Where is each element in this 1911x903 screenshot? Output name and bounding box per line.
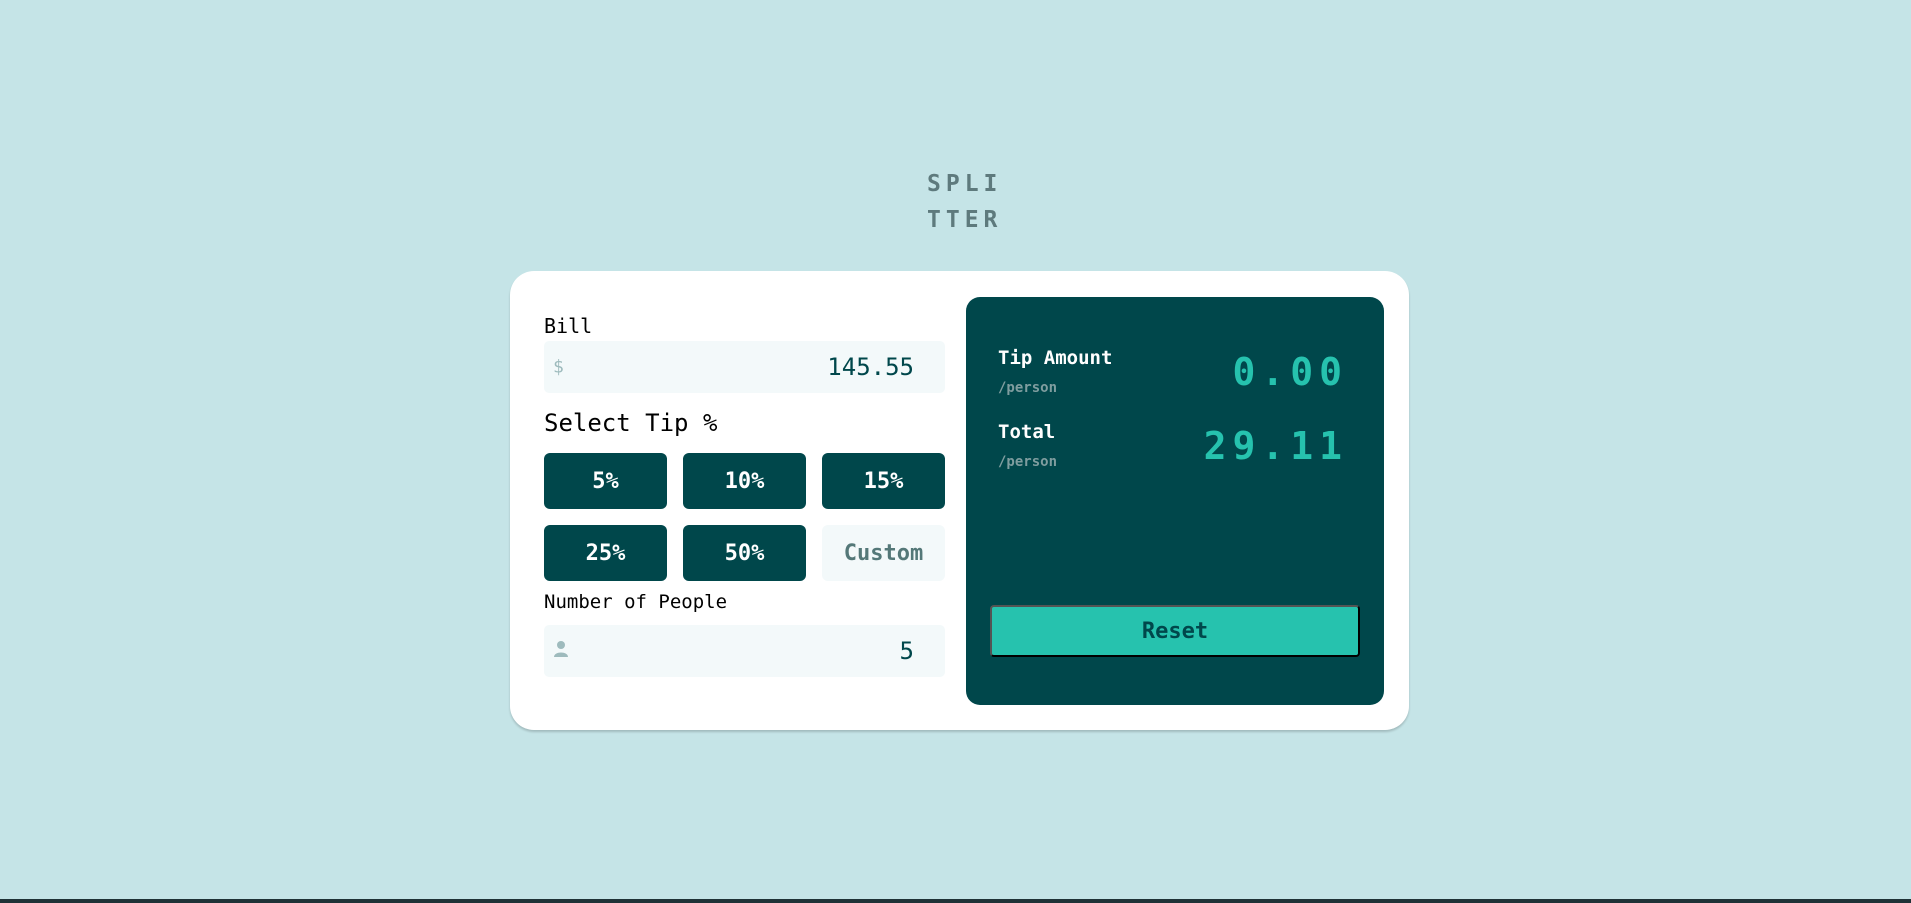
custom-tip-input[interactable]: Custom: [822, 525, 945, 581]
bill-value: 145.55: [827, 353, 914, 381]
bill-input[interactable]: $ 145.55: [544, 341, 945, 393]
total-value: 29.11: [1203, 424, 1348, 468]
tip-15-button[interactable]: 15%: [822, 453, 945, 509]
tip-25-button[interactable]: 25%: [544, 525, 667, 581]
logo-line-1: SPLI: [927, 171, 1003, 197]
total-label: Total: [998, 421, 1056, 443]
tip-50-button[interactable]: 50%: [683, 525, 806, 581]
tip-amount-sub: /person: [998, 380, 1058, 396]
people-input[interactable]: 5: [544, 625, 945, 677]
app-logo: SPLI TTER: [927, 166, 1002, 238]
bill-label: Bill: [544, 314, 593, 338]
people-label: Number of People: [544, 591, 728, 613]
total-sub: /person: [998, 454, 1058, 470]
select-tip-label: Select Tip %: [544, 409, 718, 437]
person-icon: [553, 640, 569, 662]
reset-button[interactable]: Reset: [990, 605, 1360, 657]
bottom-edge-bar: [0, 899, 1911, 903]
logo-line-2: TTER: [927, 207, 1003, 233]
tip-10-button[interactable]: 10%: [683, 453, 806, 509]
tip-5-button[interactable]: 5%: [544, 453, 667, 509]
dollar-icon: $: [553, 356, 564, 378]
people-value: 5: [899, 637, 914, 665]
tip-amount-value: 0.00: [1232, 350, 1348, 394]
tip-amount-label: Tip Amount: [998, 347, 1113, 369]
